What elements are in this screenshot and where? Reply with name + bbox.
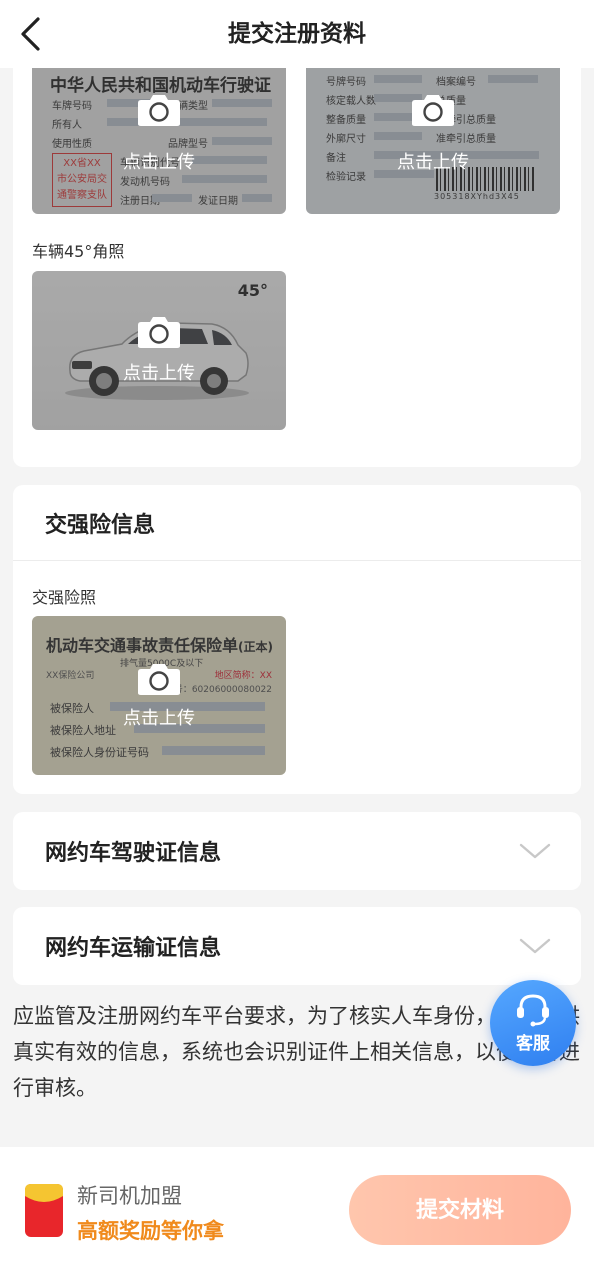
insurance-photo-upload[interactable]: 机动车交通事故责任保险单(正本) 排气量5000C及以下 XX保险公司 地区简称… [32,616,286,775]
insurance-card: 交强险信息 交强险照 机动车交通事故责任保险单(正本) 排气量5000C及以下 … [13,485,581,794]
driver-cert-title: 网约车驾驶证信息 [45,841,222,866]
customer-service-button[interactable]: 客服 [490,980,576,1066]
license-back-upload[interactable]: 号牌号码 档案编号 核定载人数 总质量 整备质量 准牵引总质量 外廓尺寸 准牵引… [306,55,560,214]
camera-icon [412,95,454,126]
promo-title: 新司机加盟 [77,1184,182,1208]
insurance-photo-label: 交强险照 [32,588,97,607]
angle-photo-label: 车辆45°角照 [32,242,125,261]
red-packet-icon [25,1184,63,1237]
top-bar: 提交注册资料 [0,0,594,68]
angle-photo-upload[interactable]: 45° 点击上传 [32,271,286,430]
transport-cert-title: 网约车运输证信息 [45,936,222,961]
bottom-bar: 新司机加盟 高额奖励等你拿 提交材料 [0,1147,594,1280]
chevron-down-icon [519,843,551,859]
page-title: 提交注册资料 [228,21,366,47]
promo-subtitle: 高额奖励等你拿 [77,1219,224,1243]
camera-icon [138,664,180,695]
back-button[interactable] [10,12,50,56]
vehicle-license-card: 中华人民共和国机动车行驶证 车牌号码 车辆类型 所有人 使用性质 品牌型号 车辆… [13,55,581,467]
upload-hint: 点击上传 [123,363,195,384]
license-front-upload[interactable]: 中华人民共和国机动车行驶证 车牌号码 车辆类型 所有人 使用性质 品牌型号 车辆… [32,55,286,214]
insurance-section-title: 交强险信息 [45,513,156,538]
upload-hint: 点击上传 [123,708,195,729]
upload-hint: 点击上传 [397,152,469,173]
chevron-left-icon [21,17,40,51]
transport-cert-section[interactable]: 网约车运输证信息 [13,907,581,985]
upload-hint: 点击上传 [123,152,195,173]
customer-service-label: 客服 [516,1033,550,1054]
camera-icon [138,95,180,126]
camera-icon [138,317,180,348]
chevron-down-icon [519,938,551,954]
submit-button[interactable]: 提交材料 [349,1175,571,1245]
headset-icon [517,993,549,1026]
driver-cert-section[interactable]: 网约车驾驶证信息 [13,812,581,890]
